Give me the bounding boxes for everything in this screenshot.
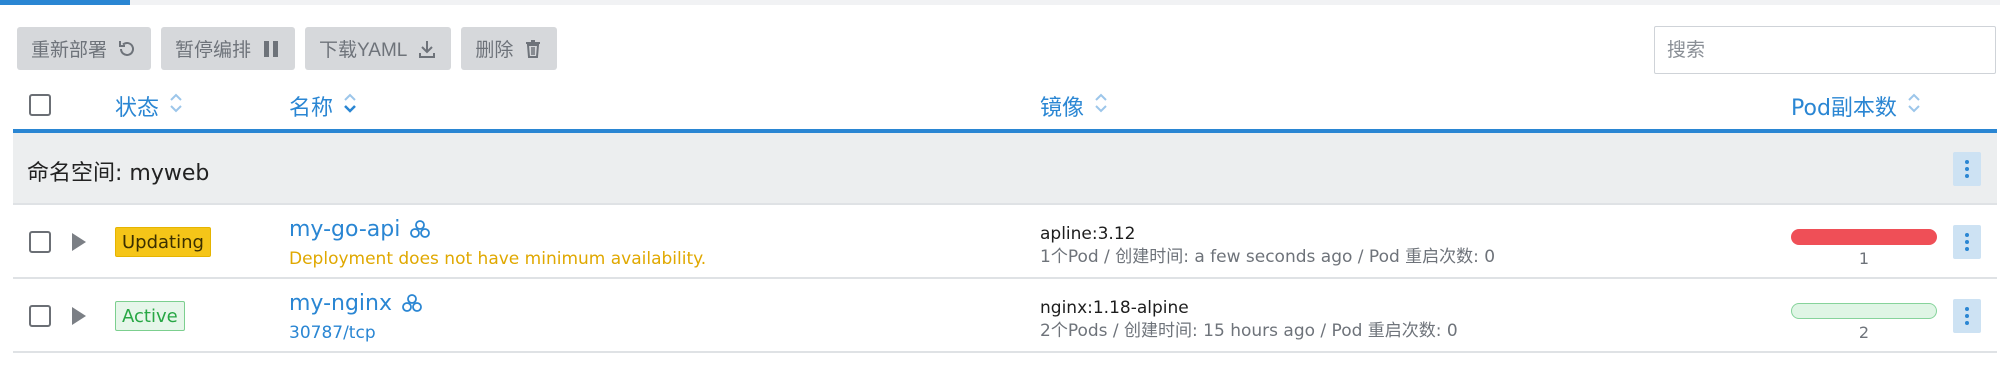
- tab-underline: [0, 0, 2000, 5]
- image-name: apline:3.12: [1040, 224, 1136, 244]
- pod-count: 2: [1858, 323, 1870, 342]
- column-header-state[interactable]: 状态: [115, 90, 183, 122]
- active-tab-indicator: [0, 0, 130, 5]
- pod-status-bar: [1791, 229, 1937, 245]
- workload-status-message: Deployment does not have minimum availab…: [289, 249, 707, 269]
- trash-icon: [526, 39, 541, 58]
- image-detail: 1个Pod / 创建时间: a few seconds ago / Pod 重启…: [1040, 247, 1496, 267]
- expand-row-icon[interactable]: [72, 307, 86, 325]
- redeploy-label: 重新部署: [31, 40, 108, 61]
- download-yaml-button[interactable]: 下载YAML: [305, 27, 452, 70]
- table-row: Updating my-go-api Deployment does not h…: [13, 205, 1997, 279]
- download-icon: [419, 40, 436, 58]
- column-header-pods[interactable]: Pod副本数: [1791, 90, 1921, 122]
- image-detail: 2个Pods / 创建时间: 15 hours ago / Pod 重启次数: …: [1040, 321, 1458, 341]
- pod-status-bar: [1791, 303, 1937, 319]
- workload-name-link[interactable]: my-go-api: [289, 217, 432, 242]
- deployment-icon: [402, 293, 422, 312]
- sort-active-icon: [343, 92, 357, 120]
- row-checkbox[interactable]: [29, 305, 51, 327]
- pause-label: 暂停编排: [175, 40, 252, 61]
- row-actions-kebab-icon[interactable]: [1953, 299, 1981, 333]
- sort-icon: [1094, 92, 1108, 120]
- image-name: nginx:1.18-alpine: [1040, 298, 1189, 318]
- table-header: 状态 名称 镜像 Pod副本数: [13, 85, 1997, 133]
- workload-name: my-go-api: [289, 217, 401, 242]
- column-header-image[interactable]: 镜像: [1040, 90, 1108, 122]
- status-badge: Updating: [115, 227, 211, 257]
- delete-label: 删除: [475, 40, 514, 61]
- redeploy-button[interactable]: 重新部署: [17, 27, 152, 70]
- workload-name: my-nginx: [289, 291, 392, 316]
- bulk-action-toolbar: 重新部署 暂停编排 下载YAML 删除: [17, 27, 558, 70]
- pods-header-label: Pod副本数: [1791, 96, 1897, 121]
- sort-icon: [169, 92, 183, 120]
- table-row: Active my-nginx 30787/tcp nginx:1.18-alp…: [13, 279, 1997, 353]
- row-checkbox[interactable]: [29, 231, 51, 253]
- download-label: 下载YAML: [319, 40, 408, 61]
- select-all-checkbox[interactable]: [29, 94, 51, 116]
- pause-orchestration-button[interactable]: 暂停编排: [161, 27, 296, 70]
- delete-button[interactable]: 删除: [461, 27, 558, 70]
- image-header-label: 镜像: [1040, 96, 1085, 121]
- column-header-name[interactable]: 名称: [289, 90, 357, 122]
- search-input[interactable]: [1654, 26, 1996, 74]
- status-badge: Active: [115, 301, 185, 331]
- group-actions-kebab-icon[interactable]: [1953, 152, 1981, 186]
- row-actions-kebab-icon[interactable]: [1953, 225, 1981, 259]
- workload-name-link[interactable]: my-nginx: [289, 291, 424, 316]
- pod-count: 1: [1858, 249, 1870, 268]
- sort-icon: [1907, 92, 1921, 120]
- namespace-group-row: 命名空间: myweb: [13, 133, 1997, 205]
- deployment-icon: [410, 219, 431, 238]
- name-header-label: 名称: [289, 96, 334, 121]
- port-link[interactable]: 30787/tcp: [289, 323, 376, 343]
- state-header-label: 状态: [115, 96, 160, 121]
- redeploy-icon: [119, 40, 134, 56]
- expand-row-icon[interactable]: [72, 233, 86, 251]
- namespace-label: 命名空间: myweb: [27, 161, 210, 186]
- pause-icon: [264, 40, 279, 57]
